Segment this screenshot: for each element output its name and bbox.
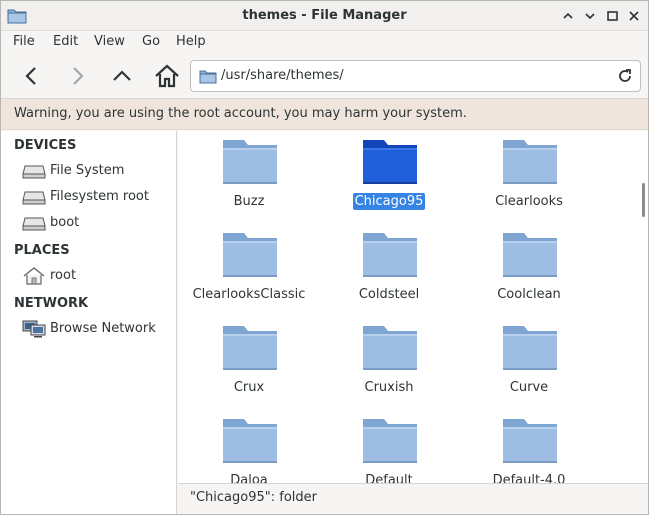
drive-icon [22,214,46,232]
file-icon-view[interactable]: Buzz Chicago95 Clearlooks ClearlooksClas… [178,131,642,483]
file-item[interactable]: Coolclean [459,224,599,317]
file-name: Chicago95 [352,193,426,210]
file-name: Cruxish [364,380,414,395]
file-item[interactable]: Buzz [179,131,319,224]
sidebar-item-boot[interactable]: boot [1,211,176,235]
file-name: Buzz [233,194,265,209]
file-item[interactable]: Crux [179,317,319,410]
file-item[interactable]: Default-4.0 [459,410,599,483]
sidebar-heading-network: NETWORK [14,296,89,311]
folder-icon [222,229,278,279]
file-name: Default-4.0 [492,473,566,483]
home-icon [155,64,179,88]
vertical-scrollbar[interactable] [642,131,648,483]
file-item[interactable]: ClearlooksClassic [179,224,319,317]
folder-icon [362,322,418,372]
file-item[interactable]: Daloa [179,410,319,483]
shade-button[interactable] [581,6,599,26]
forward-button[interactable] [63,62,91,90]
sidebar-item-label: Filesystem root [50,189,149,204]
window-title: themes - File Manager [242,8,407,23]
menu-file[interactable]: File [13,34,35,49]
scrollbar-thumb[interactable] [642,183,645,217]
drive-icon [22,188,46,206]
home-icon [22,267,46,285]
location-path: /usr/share/themes/ [221,68,344,83]
sidebar-item-file-system[interactable]: File System [1,159,176,183]
sidebar-item-label: root [50,268,77,283]
maximize-button[interactable] [603,6,621,26]
file-item[interactable]: Coldsteel [319,224,459,317]
file-name: ClearlooksClassic [192,287,306,302]
folder-icon [362,415,418,465]
folder-icon [222,415,278,465]
file-name: Curve [509,380,549,395]
file-name: Default [365,473,413,483]
toolbar: /usr/share/themes/ [1,54,648,98]
sidebar-item-browse-network[interactable]: Browse Network [1,317,176,341]
folder-icon [502,415,558,465]
reload-icon[interactable] [616,67,634,85]
chevron-up-icon [113,70,131,81]
sidebar-item-label: boot [50,215,80,230]
minimize-button[interactable] [559,6,577,26]
sidebar: DEVICES File System Filesystem root boot… [1,131,177,514]
folder-icon [502,322,558,372]
close-button[interactable] [625,6,643,26]
folder-icon [222,136,278,186]
menu-edit[interactable]: Edit [53,34,78,49]
menu-go[interactable]: Go [142,34,160,49]
file-item[interactable]: Cruxish [319,317,459,410]
file-name: Crux [233,380,265,395]
sidebar-heading-places: PLACES [14,243,70,258]
menubar: File Edit View Go Help [1,31,648,53]
menu-help[interactable]: Help [176,34,206,49]
home-button[interactable] [153,62,181,90]
back-button[interactable] [18,62,46,90]
file-manager-window: themes - File Manager File Edit View Go … [0,0,649,515]
status-text: "Chicago95": folder [190,490,317,505]
file-item-selected[interactable]: Chicago95 [319,131,459,224]
folder-icon [222,322,278,372]
statusbar: "Chicago95": folder [178,483,648,514]
folder-icon [502,229,558,279]
file-item[interactable]: Default [319,410,459,483]
file-item[interactable]: Curve [459,317,599,410]
file-name: Coldsteel [358,287,420,302]
sidebar-item-filesystem-root[interactable]: Filesystem root [1,185,176,209]
file-name: Coolclean [497,287,561,302]
sidebar-heading-devices: DEVICES [14,138,77,153]
sidebar-item-label: Browse Network [50,321,156,336]
file-item[interactable]: Clearlooks [459,131,599,224]
chevron-left-icon [25,67,36,85]
titlebar[interactable]: themes - File Manager [1,1,648,31]
sidebar-item-label: File System [50,163,125,178]
folder-icon [199,69,217,84]
sidebar-item-root[interactable]: root [1,264,176,288]
menu-view[interactable]: View [94,34,125,49]
network-icon [22,320,46,338]
up-button[interactable] [108,62,136,90]
folder-icon [362,136,418,186]
file-name: Clearlooks [495,194,563,209]
root-warning-infobar: Warning, you are using the root account,… [1,98,648,130]
location-bar[interactable]: /usr/share/themes/ [190,60,641,92]
chevron-right-icon [73,67,84,85]
drive-icon [22,162,46,180]
file-name: Daloa [230,473,268,483]
folder-icon [502,136,558,186]
warning-message: Warning, you are using the root account,… [14,106,467,121]
folder-icon [362,229,418,279]
